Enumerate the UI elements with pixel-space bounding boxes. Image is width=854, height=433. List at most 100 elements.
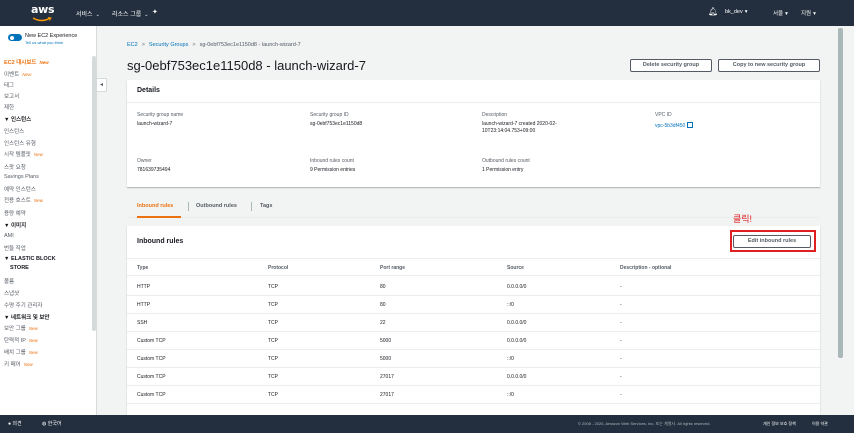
support-menu[interactable]: 지원 ▾ [801,9,816,17]
table-cell: SSH [137,320,148,326]
sidebar-item[interactable]: 제한 [4,103,14,111]
sidebar-item-label: 스팟 요청 [4,165,26,171]
outbound-count-label: Outbound rules count [482,158,530,164]
column-header[interactable]: Protocol [268,265,288,271]
sidebar-item[interactable]: 인스턴스 [4,127,24,135]
language-selector[interactable]: ◍ 한국어 [42,420,62,427]
sidebar-scrollbar[interactable] [92,56,96,331]
sidebar-item[interactable]: 스팟 요청 [4,163,26,171]
account-label: bk_dev [725,9,743,15]
collapse-sidebar-button[interactable]: ◂ [97,78,107,92]
table-cell: - [620,338,622,344]
sidebar-item[interactable]: 보고서 [4,92,19,100]
sidebar-item-label: EC2 대시보드 [4,60,37,66]
sidebar-item[interactable]: 용량 예약 [4,209,26,217]
sidebar-item-label: ▼ 인스턴스 [4,117,32,123]
sidebar-item-label: 배치 그룹 [4,350,26,356]
sidebar-item[interactable]: 보안 그룹 New [4,324,38,332]
sidebar-item[interactable]: 스냅샷 [4,289,19,297]
sidebar-item[interactable]: 시작 템플릿 New [4,150,43,158]
sidebar-item[interactable]: 태그 [4,81,14,89]
owner-label: Owner [137,158,152,164]
sidebar-item-label: 인스턴스 [4,129,25,135]
sidebar-item[interactable]: 이벤트 New [4,70,31,78]
chevron-down-icon: ▾ [813,11,816,17]
sidebar-item[interactable]: 예약 인스턴스 [4,185,36,193]
table-cell: 80 [380,302,386,308]
inbound-count-value: 9 Permission entries [310,167,356,173]
column-header[interactable]: Port range [380,265,405,271]
sidebar-item-label: 보안 그룹 [4,326,26,332]
tab-tags[interactable]: Tags [260,203,272,209]
breadcrumb: EC2 > Security Groups > sg-0ebf753ec1e1150d8… [127,42,301,48]
sidebar-item[interactable]: EC2 대시보드 New [4,58,49,66]
sidebar-item[interactable]: 볼륨 [4,277,14,285]
table-cell: Custom TCP [137,356,166,362]
table-cell: Custom TCP [137,338,166,344]
inbound-rules-panel: Inbound rules Edit inbound rules [127,226,820,415]
breadcrumb-security-groups[interactable]: Security Groups [149,42,188,48]
row-divider [127,331,820,332]
sidebar-item[interactable]: 키 페어 New [4,360,33,368]
sidebar-item[interactable]: 수명 주기 관리자 [4,301,42,309]
sidebar-item[interactable]: STORE [10,265,29,271]
sidebar-item[interactable]: ▼ 인스턴스 [4,115,31,123]
active-tab-indicator [137,216,181,218]
account-menu[interactable]: bk_dev ▾ [725,9,748,15]
services-menu[interactable]: 서비스 ⌄ [76,9,100,18]
new-badge: New [39,60,49,65]
sidebar-item[interactable]: AMI [4,233,14,239]
aws-logo[interactable]: aws [31,3,55,23]
chevron-down-icon: ▾ [785,11,788,17]
description-label: Description [482,112,508,118]
sidebar-item-label: 번들 작업 [4,246,26,252]
table-cell: TCP [268,356,278,362]
tab-outbound-rules[interactable]: Outbound rules [196,203,237,209]
row-divider [127,295,820,296]
owner-value: 781639735494 [137,167,171,173]
sidebar-item[interactable]: ▼ ELASTIC BLOCK [4,256,56,262]
row-divider [127,349,820,350]
delete-security-group-button[interactable]: Delete security group [630,59,712,72]
sidebar-item-label: ▼ 네트워크 및 보안 [4,315,50,321]
sidebar-item[interactable]: Savings Plans [4,174,39,180]
column-header[interactable]: Description - optional [620,265,671,271]
vpc-id-link[interactable]: vpc-5b3df450 [655,121,694,130]
bell-icon[interactable]: 🔔︎ [708,7,718,16]
sidebar-item[interactable]: ▼ 네트워크 및 보안 [4,313,49,321]
chevron-left-icon: ◂ [99,82,103,88]
new-experience-toggle-row[interactable]: New EC2 Experience Tell us what you thin… [8,33,77,46]
sidebar-item[interactable]: 전용 호스트 New [4,196,43,204]
privacy-policy-link[interactable]: 개인 정보 보호 정책 [763,421,796,427]
sidebar-item[interactable]: 인스턴스 유형 [4,139,36,147]
feedback-link[interactable]: ● 의견 [8,420,22,427]
copy-to-new-security-group-button[interactable]: Copy to new security group [718,59,820,72]
sidebar-item[interactable]: 번들 작업 [4,244,26,252]
table-cell: Custom TCP [137,392,166,398]
sidebar-item-label: 수명 주기 관리자 [4,303,43,309]
main-scrollbar[interactable] [838,28,843,358]
breadcrumb-ec2[interactable]: EC2 [127,42,138,48]
column-header[interactable]: Source [507,265,524,271]
table-cell: 5000 [380,338,392,344]
sidebar-item-label: ▼ ELASTIC BLOCK [4,256,56,262]
terms-link[interactable]: 이용 약관 [812,421,828,427]
new-experience-feedback-link[interactable]: Tell us what you think [25,40,77,46]
resource-groups-menu[interactable]: 리소스 그룹 ⌄ [112,9,148,18]
sidebar-item-label: 키 페어 [4,362,21,368]
table-cell: TCP [268,320,278,326]
sidebar-item[interactable]: 탄력적 IP New [4,336,38,344]
external-link-icon [687,122,694,128]
column-header[interactable]: Type [137,265,148,271]
sidebar-item[interactable]: ▼ 이미지 [4,221,26,229]
pin-icon[interactable]: ✦ [152,8,158,16]
table-cell: TCP [268,374,278,380]
tab-inbound-rules[interactable]: Inbound rules [137,203,173,209]
new-experience-toggle[interactable] [8,34,22,41]
sidebar-item[interactable]: 배치 그룹 New [4,348,38,356]
breadcrumb-current: sg-0ebf753ec1e1150d8 - launch-wizard-7 [199,42,301,48]
region-menu[interactable]: 서울 ▾ [773,9,788,17]
new-badge: New [22,72,32,77]
sg-id-label: Security group ID [310,112,349,118]
vpc-id-label: VPC ID [655,112,672,118]
